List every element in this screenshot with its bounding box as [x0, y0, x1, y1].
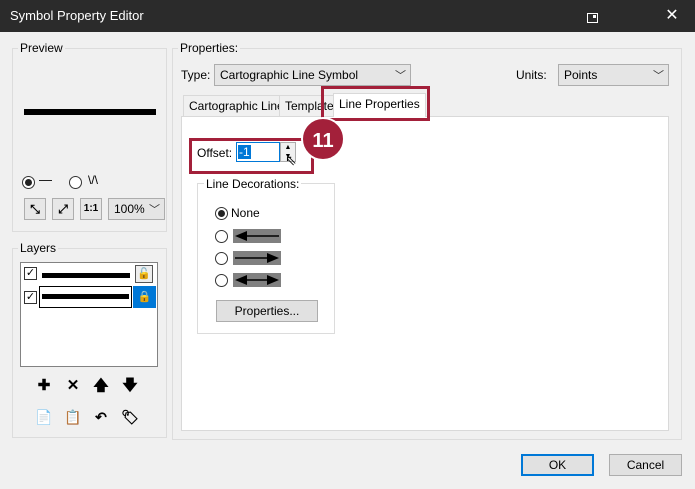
tag-icon[interactable]: 🏷: [119, 406, 141, 428]
paste-icon[interactable]: 📋: [62, 406, 84, 428]
units-label: Units:: [516, 68, 547, 82]
layer-2-line-sample: [42, 294, 129, 299]
close-button[interactable]: ✕: [649, 0, 695, 32]
lock-icon[interactable]: 🔒: [133, 286, 156, 308]
solid-line-icon: —: [39, 172, 52, 187]
type-label: Type:: [181, 68, 211, 82]
help-icon: [586, 13, 598, 23]
units-combo[interactable]: Points ﹀: [558, 64, 669, 86]
radio-solid-preview[interactable]: [22, 176, 35, 189]
preview-line-sample: [24, 109, 156, 115]
chevron-down-icon: ﹀: [149, 204, 160, 216]
zoom-out-button[interactable]: ⤢: [52, 198, 74, 220]
arrow-left-graphic: [235, 231, 279, 241]
units-value: Points: [564, 68, 598, 82]
layer-1-checkbox[interactable]: ✓: [24, 267, 37, 280]
move-up-button[interactable]: 🡅: [90, 375, 112, 397]
cancel-button[interactable]: Cancel: [609, 454, 682, 476]
step-callout-badge: 11: [301, 117, 345, 161]
zoom-in-button[interactable]: ⤡: [24, 198, 46, 220]
decoration-arrow-start-radio[interactable]: [215, 230, 228, 243]
arrow-right-graphic: [235, 253, 279, 263]
preview-label: Preview: [18, 41, 65, 55]
unlock-icon[interactable]: 🔓: [135, 265, 153, 283]
arrow-left-icon: [233, 229, 281, 243]
decoration-arrow-end-radio[interactable]: [215, 252, 228, 265]
decoration-none-radio[interactable]: [215, 207, 228, 220]
layer-1-line-sample: [42, 273, 130, 278]
ok-button[interactable]: OK: [521, 454, 594, 476]
properties-label: Properties:: [178, 41, 241, 55]
arrow-both-icon: [233, 273, 281, 287]
layer-2-selected-row[interactable]: [39, 286, 132, 308]
title-bar: Symbol Property Editor ✕: [0, 0, 695, 32]
help-button[interactable]: [569, 0, 615, 32]
radio-wave-preview[interactable]: [69, 176, 82, 189]
mouse-cursor-icon: ⇖: [285, 152, 297, 168]
zoom-combo[interactable]: 100% ﹀: [108, 198, 165, 220]
window-title: Symbol Property Editor: [10, 8, 144, 23]
zoom-value: 100%: [114, 202, 145, 216]
arrow-both-graphic: [235, 275, 279, 285]
remove-layer-button[interactable]: ✕: [62, 375, 84, 397]
tab-highlight-box: [321, 86, 430, 121]
wave-line-icon: \/\: [88, 173, 99, 187]
tab-cartographic-line[interactable]: Cartographic Line: [183, 95, 290, 117]
move-down-button[interactable]: 🡇: [119, 375, 141, 397]
decoration-properties-button[interactable]: Properties...: [216, 300, 318, 322]
type-value: Cartographic Line Symbol: [220, 68, 359, 82]
actual-size-button[interactable]: 1:1: [80, 198, 102, 220]
reset-icon[interactable]: ↶: [90, 406, 112, 428]
copy-icon[interactable]: 📄: [33, 406, 55, 428]
layers-label: Layers: [18, 241, 59, 255]
decoration-arrow-both-radio[interactable]: [215, 274, 228, 287]
chevron-down-icon: ﹀: [653, 70, 664, 82]
line-decorations-label: Line Decorations:: [204, 177, 302, 191]
type-combo[interactable]: Cartographic Line Symbol ﹀: [214, 64, 411, 86]
chevron-down-icon: ﹀: [395, 70, 406, 82]
layer-2-checkbox[interactable]: ✓: [24, 291, 37, 304]
arrow-right-icon: [233, 251, 281, 265]
decoration-none-label: None: [231, 206, 260, 220]
add-layer-button[interactable]: ✚: [33, 375, 55, 397]
layers-list[interactable]: ✓ 🔓 ✓ 🔒: [20, 262, 158, 367]
